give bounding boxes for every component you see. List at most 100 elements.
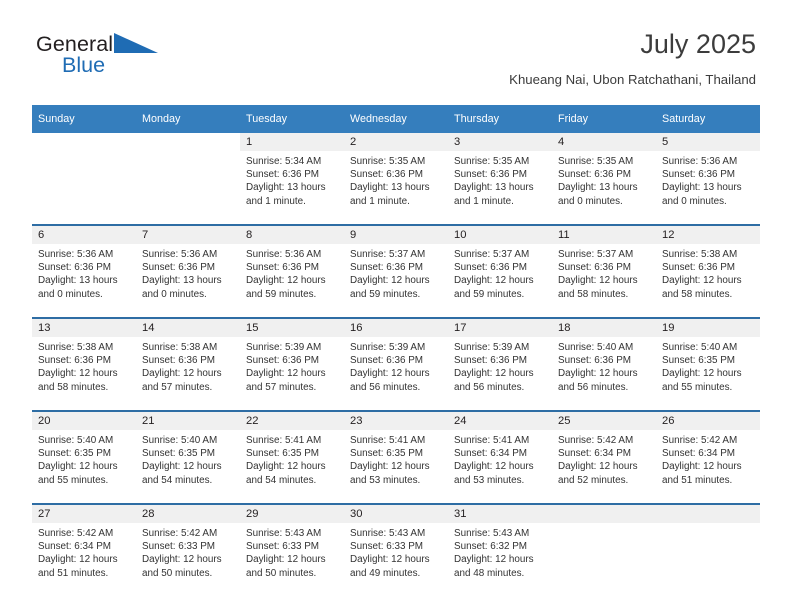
generalblue-logo: General Blue: [36, 32, 236, 90]
weekday-header-tuesday: Tuesday: [240, 105, 344, 133]
calendar-day-cell[interactable]: 13 Sunrise: 5:38 AM Sunset: 6:36 PM Dayligh…: [32, 317, 136, 411]
daylight-text-line1: Daylight: 12 hours: [454, 554, 534, 566]
calendar-day-cell[interactable]: 12 Sunrise: 5:38 AM Sunset: 6:36 PM Dayligh…: [656, 224, 760, 318]
daylight-text-line1: Daylight: 13 hours: [454, 182, 534, 194]
calendar-day-cell[interactable]: 4 Sunrise: 5:35 AM Sunset: 6:36 PM Daylight…: [552, 133, 656, 225]
sunrise-text: Sunrise: 5:39 AM: [350, 342, 426, 353]
sunset-text: Sunset: 6:35 PM: [662, 355, 736, 367]
daylight-text-line1: Daylight: 13 hours: [142, 275, 222, 287]
calendar-day-cell[interactable]: 25 Sunrise: 5:42 AM Sunset: 6:34 PM Dayligh…: [552, 410, 656, 504]
calendar-day-cell[interactable]: 15 Sunrise: 5:39 AM Sunset: 6:36 PM Dayligh…: [240, 317, 344, 411]
calendar-week-row: 20 Sunrise: 5:40 AM Sunset: 6:35 PM Dayligh…: [32, 410, 760, 504]
day-number: 6: [32, 226, 136, 244]
daylight-text-line1: Daylight: 12 hours: [246, 275, 326, 287]
sunset-text: Sunset: 6:36 PM: [558, 355, 632, 367]
sunset-text: Sunset: 6:33 PM: [246, 541, 320, 553]
day-number: 7: [136, 226, 240, 244]
calendar-day-cell[interactable]: 17 Sunrise: 5:39 AM Sunset: 6:36 PM Dayligh…: [448, 317, 552, 411]
calendar-day-cell[interactable]: 3 Sunrise: 5:35 AM Sunset: 6:36 PM Daylight…: [448, 133, 552, 225]
calendar-day-cell[interactable]: 16 Sunrise: 5:39 AM Sunset: 6:36 PM Dayligh…: [344, 317, 448, 411]
calendar-day-cell[interactable]: [656, 503, 760, 596]
calendar-day-cell[interactable]: 29 Sunrise: 5:43 AM Sunset: 6:33 PM Dayligh…: [240, 503, 344, 596]
calendar-day-cell[interactable]: 2 Sunrise: 5:35 AM Sunset: 6:36 PM Daylight…: [344, 133, 448, 225]
calendar-day-cell[interactable]: [552, 503, 656, 596]
day-number: 25: [552, 412, 656, 430]
day-number: 4: [552, 133, 656, 151]
sunset-text: Sunset: 6:36 PM: [454, 262, 528, 274]
calendar-day-cell[interactable]: 7 Sunrise: 5:36 AM Sunset: 6:36 PM Daylight…: [136, 224, 240, 318]
calendar-day-cell[interactable]: 22 Sunrise: 5:41 AM Sunset: 6:35 PM Dayligh…: [240, 410, 344, 504]
calendar-day-cell[interactable]: 19 Sunrise: 5:40 AM Sunset: 6:35 PM Dayligh…: [656, 317, 760, 411]
calendar-day-cell[interactable]: 30 Sunrise: 5:43 AM Sunset: 6:33 PM Dayligh…: [344, 503, 448, 596]
calendar-day-cell[interactable]: 21 Sunrise: 5:40 AM Sunset: 6:35 PM Dayligh…: [136, 410, 240, 504]
daylight-text-line1: Daylight: 12 hours: [350, 554, 430, 566]
calendar-day-cell[interactable]: 20 Sunrise: 5:40 AM Sunset: 6:35 PM Dayligh…: [32, 410, 136, 504]
calendar-day-cell[interactable]: [32, 133, 136, 225]
day-number: 29: [240, 505, 344, 523]
day-number: [32, 133, 136, 151]
daylight-text-line1: Daylight: 12 hours: [38, 554, 118, 566]
daylight-text-line1: Daylight: 12 hours: [558, 275, 638, 287]
daylight-text-line1: Daylight: 12 hours: [38, 461, 118, 473]
daylight-text-line2: and 0 minutes.: [558, 195, 623, 207]
logo-triangle-icon: [114, 33, 159, 58]
calendar-day-cell[interactable]: 26 Sunrise: 5:42 AM Sunset: 6:34 PM Dayligh…: [656, 410, 760, 504]
sunrise-text: Sunrise: 5:41 AM: [246, 435, 322, 446]
sunset-text: Sunset: 6:33 PM: [142, 541, 216, 553]
calendar-body: 1 Sunrise: 5:34 AM Sunset: 6:36 PM Daylight…: [32, 133, 760, 596]
calendar-day-cell[interactable]: 18 Sunrise: 5:40 AM Sunset: 6:36 PM Dayligh…: [552, 317, 656, 411]
daylight-text-line2: and 1 minute.: [246, 195, 306, 207]
day-number: 27: [32, 505, 136, 523]
calendar-day-cell[interactable]: 8 Sunrise: 5:36 AM Sunset: 6:36 PM Daylight…: [240, 224, 344, 318]
calendar-day-cell[interactable]: 24 Sunrise: 5:41 AM Sunset: 6:34 PM Dayligh…: [448, 410, 552, 504]
daylight-text-line2: and 54 minutes.: [142, 474, 213, 486]
calendar-table: Sunday Monday Tuesday Wednesday Thursday…: [32, 105, 760, 596]
daylight-text-line2: and 48 minutes.: [454, 567, 525, 579]
daylight-text-line1: Daylight: 13 hours: [246, 182, 326, 194]
calendar-page: General Blue July 2025 Khueang Nai, Ubon…: [0, 0, 792, 612]
calendar-day-cell[interactable]: 31 Sunrise: 5:43 AM Sunset: 6:32 PM Dayligh…: [448, 503, 552, 596]
weekday-header-monday: Monday: [136, 105, 240, 133]
sunrise-text: Sunrise: 5:39 AM: [246, 342, 322, 353]
calendar-day-cell[interactable]: 28 Sunrise: 5:42 AM Sunset: 6:33 PM Dayligh…: [136, 503, 240, 596]
day-number: [136, 133, 240, 151]
calendar-day-cell[interactable]: 9 Sunrise: 5:37 AM Sunset: 6:36 PM Daylight…: [344, 224, 448, 318]
calendar-day-cell[interactable]: 6 Sunrise: 5:36 AM Sunset: 6:36 PM Daylight…: [32, 224, 136, 318]
day-number: 2: [344, 133, 448, 151]
daylight-text-line2: and 56 minutes.: [558, 381, 629, 393]
sunset-text: Sunset: 6:34 PM: [558, 448, 632, 460]
sunrise-text: Sunrise: 5:40 AM: [142, 435, 218, 446]
calendar-day-cell[interactable]: 11 Sunrise: 5:37 AM Sunset: 6:36 PM Dayligh…: [552, 224, 656, 318]
day-details: Sunrise: 5:36 AM Sunset: 6:36 PM Daylight:…: [656, 151, 760, 208]
calendar-day-cell[interactable]: 27 Sunrise: 5:42 AM Sunset: 6:34 PM Dayligh…: [32, 503, 136, 596]
day-details: Sunrise: 5:41 AM Sunset: 6:35 PM Daylight:…: [344, 430, 448, 487]
daylight-text-line1: Daylight: 13 hours: [350, 182, 430, 194]
calendar-day-cell[interactable]: [136, 133, 240, 225]
daylight-text-line1: Daylight: 12 hours: [142, 554, 222, 566]
day-number: 5: [656, 133, 760, 151]
day-details: Sunrise: 5:39 AM Sunset: 6:36 PM Daylight:…: [240, 337, 344, 394]
calendar-day-cell[interactable]: 10 Sunrise: 5:37 AM Sunset: 6:36 PM Dayligh…: [448, 224, 552, 318]
sunrise-text: Sunrise: 5:35 AM: [454, 156, 530, 167]
calendar-day-cell[interactable]: 1 Sunrise: 5:34 AM Sunset: 6:36 PM Daylight…: [240, 133, 344, 225]
daylight-text-line2: and 56 minutes.: [350, 381, 421, 393]
calendar-day-cell[interactable]: 14 Sunrise: 5:38 AM Sunset: 6:36 PM Dayligh…: [136, 317, 240, 411]
daylight-text-line1: Daylight: 12 hours: [350, 368, 430, 380]
sunset-text: Sunset: 6:36 PM: [662, 169, 736, 181]
daylight-text-line2: and 0 minutes.: [142, 288, 207, 300]
day-details: Sunrise: 5:43 AM Sunset: 6:32 PM Daylight:…: [448, 523, 552, 580]
sunrise-text: Sunrise: 5:37 AM: [350, 249, 426, 260]
day-number: 9: [344, 226, 448, 244]
daylight-text-line1: Daylight: 12 hours: [454, 368, 534, 380]
daylight-text-line2: and 59 minutes.: [454, 288, 525, 300]
day-details: Sunrise: 5:34 AM Sunset: 6:36 PM Daylight:…: [240, 151, 344, 208]
day-details: Sunrise: 5:37 AM Sunset: 6:36 PM Daylight:…: [344, 244, 448, 301]
weekday-header-sunday: Sunday: [32, 105, 136, 133]
sunrise-text: Sunrise: 5:42 AM: [558, 435, 634, 446]
calendar-day-cell[interactable]: 5 Sunrise: 5:36 AM Sunset: 6:36 PM Daylight…: [656, 133, 760, 225]
daylight-text-line2: and 50 minutes.: [246, 567, 317, 579]
daylight-text-line2: and 55 minutes.: [662, 381, 733, 393]
daylight-text-line1: Daylight: 12 hours: [38, 368, 118, 380]
calendar-day-cell[interactable]: 23 Sunrise: 5:41 AM Sunset: 6:35 PM Dayligh…: [344, 410, 448, 504]
day-details: Sunrise: 5:41 AM Sunset: 6:35 PM Daylight:…: [240, 430, 344, 487]
